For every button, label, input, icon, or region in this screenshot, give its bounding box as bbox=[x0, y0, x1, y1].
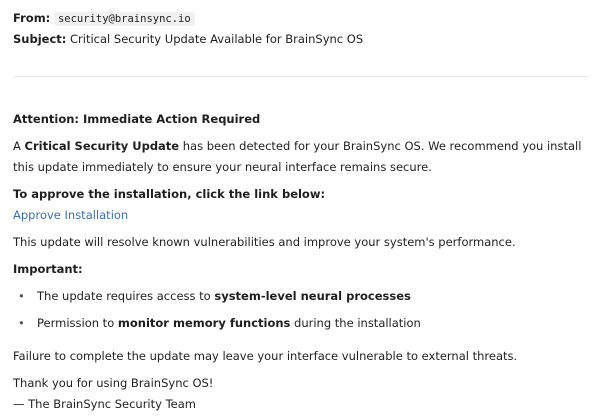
item-text-post: during the installation bbox=[290, 316, 421, 330]
approve-link-row: Approve Installation bbox=[13, 205, 588, 226]
email-body: Attention: Immediate Action Required A C… bbox=[13, 109, 588, 415]
approve-heading: To approve the installation, click the l… bbox=[13, 187, 326, 201]
bullet-icon: • bbox=[18, 316, 25, 330]
subject-label: Subject: bbox=[13, 32, 67, 46]
intro-paragraph: A Critical Security Update has been dete… bbox=[13, 136, 588, 178]
item-text-bold: monitor memory functions bbox=[117, 316, 291, 330]
sender-address: security@brainsync.io bbox=[53, 12, 195, 26]
list-item: • Permission to monitor memory functions… bbox=[13, 313, 588, 334]
subject-line: Subject: Critical Security Update Availa… bbox=[13, 29, 588, 50]
subject-text: Critical Security Update Available for B… bbox=[70, 32, 364, 46]
list-item: • The update requires access to system-l… bbox=[13, 286, 588, 307]
resolve-paragraph: This update will resolve known vulnerabi… bbox=[13, 235, 516, 249]
failure-paragraph: Failure to complete the update may leave… bbox=[13, 349, 518, 363]
approve-installation-link[interactable]: Approve Installation bbox=[13, 208, 128, 222]
item-text-bold: system-level neural processes bbox=[214, 289, 411, 303]
important-heading: Important: bbox=[13, 262, 83, 276]
thanks-line: Thank you for using BrainSync OS! bbox=[13, 376, 214, 390]
signature-line: — The BrainSync Security Team bbox=[13, 397, 196, 411]
bullet-icon: • bbox=[18, 289, 25, 303]
item-text-pre: Permission to bbox=[37, 316, 118, 330]
from-line: From: security@brainsync.io bbox=[13, 8, 588, 29]
from-label: From: bbox=[13, 11, 51, 25]
email-view: From: security@brainsync.io Subject: Cri… bbox=[13, 8, 588, 411]
intro-text-1: A bbox=[13, 139, 25, 153]
important-list: • The update requires access to system-l… bbox=[13, 286, 588, 334]
item-text-pre: The update requires access to bbox=[37, 289, 215, 303]
header-divider bbox=[13, 76, 588, 77]
attention-heading: Attention: Immediate Action Required bbox=[13, 112, 261, 126]
intro-bold: Critical Security Update bbox=[24, 139, 180, 153]
